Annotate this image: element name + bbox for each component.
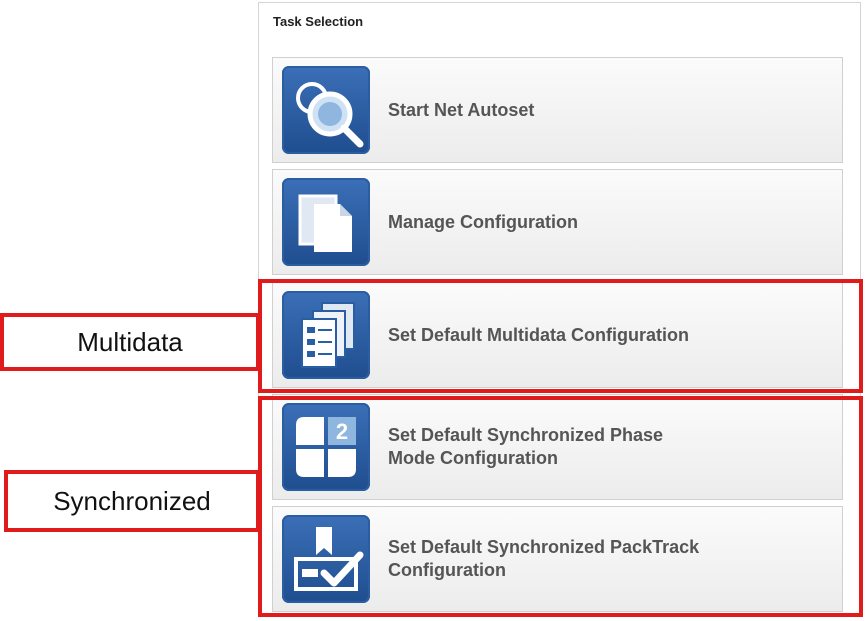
multidata-callout: Multidata bbox=[0, 313, 260, 371]
magnifier-icon bbox=[282, 66, 370, 154]
synchronized-callout: Synchronized bbox=[4, 470, 260, 532]
manage-configuration-button[interactable]: Manage Configuration bbox=[272, 169, 843, 275]
multidata-highlight-box bbox=[258, 279, 863, 393]
panel-title: Task Selection bbox=[273, 14, 364, 29]
documents-icon bbox=[282, 178, 370, 266]
synchronized-highlight-box bbox=[258, 396, 863, 617]
start-net-autoset-button[interactable]: Start Net Autoset bbox=[272, 57, 843, 163]
task-label: Manage Configuration bbox=[388, 211, 578, 232]
task-label: Start Net Autoset bbox=[388, 99, 535, 120]
